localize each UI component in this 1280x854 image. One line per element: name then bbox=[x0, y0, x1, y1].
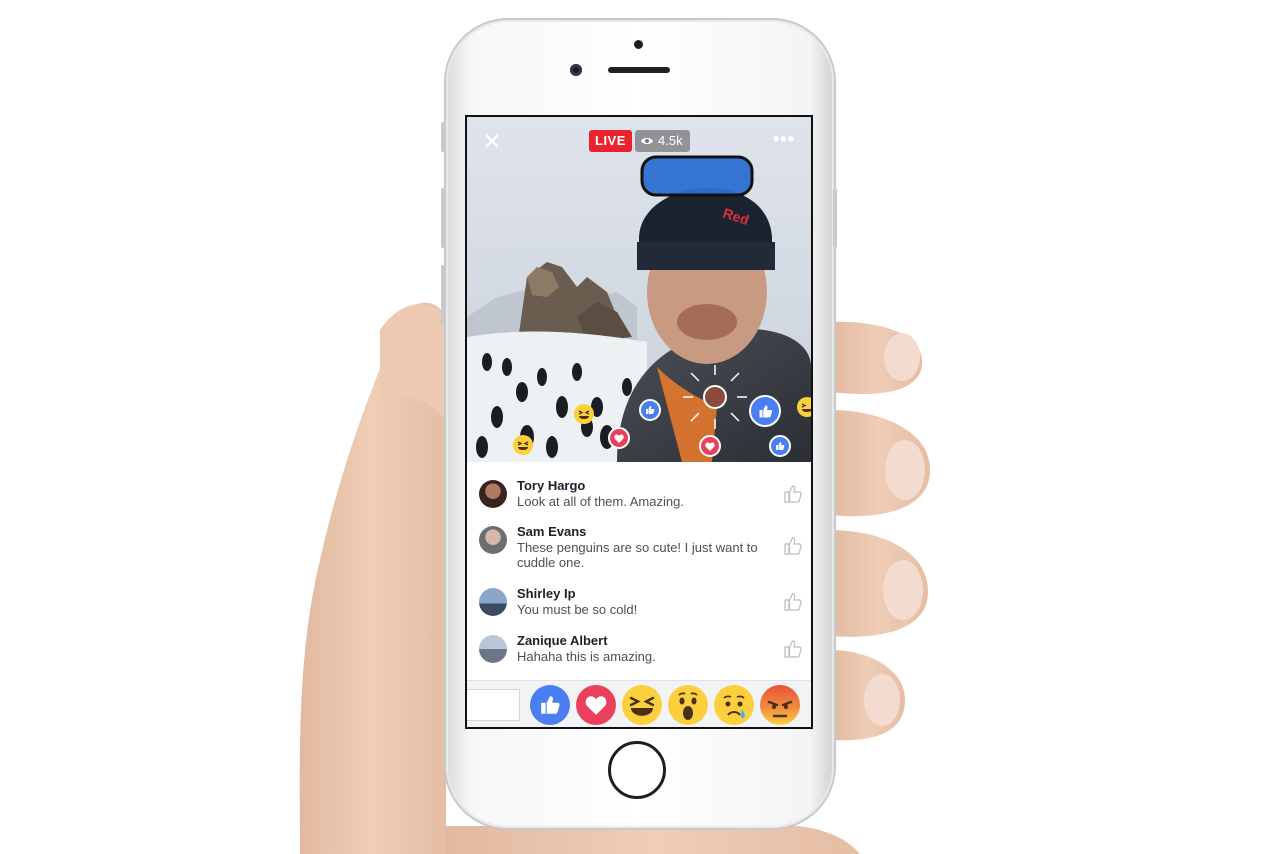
heart-icon bbox=[585, 696, 607, 715]
reaction-wow-button[interactable] bbox=[668, 685, 708, 725]
eye-icon bbox=[641, 138, 653, 144]
like-outline-icon[interactable] bbox=[783, 639, 803, 659]
reaction-angry-button[interactable] bbox=[760, 685, 800, 725]
haha-emoji-icon bbox=[629, 696, 655, 717]
floating-haha-icon bbox=[513, 435, 533, 455]
like-outline-icon[interactable] bbox=[783, 536, 803, 556]
comment-input[interactable] bbox=[467, 689, 520, 721]
live-video[interactable]: Red ✕ LIVE 4.5k ••• bbox=[467, 117, 811, 462]
viewer-count-badge: 4.5k bbox=[635, 130, 690, 152]
floating-heart-icon bbox=[608, 427, 630, 449]
more-dots-icon[interactable]: ••• bbox=[773, 129, 795, 150]
comment-text: Look at all of them. Amazing. bbox=[517, 494, 684, 509]
reaction-haha-button[interactable] bbox=[622, 685, 662, 725]
power-button bbox=[833, 188, 837, 248]
like-outline-icon[interactable] bbox=[783, 484, 803, 504]
comment-item: Shirley Ip You must be so cold! bbox=[479, 586, 805, 620]
floating-heart-icon bbox=[699, 435, 721, 457]
floating-haha-icon bbox=[574, 404, 594, 424]
like-outline-icon[interactable] bbox=[783, 592, 803, 612]
front-camera bbox=[570, 64, 582, 76]
reaction-sad-button[interactable] bbox=[714, 685, 754, 725]
comment-list[interactable]: Tory Hargo Look at all of them. Amazing.… bbox=[467, 462, 811, 680]
reaction-bar bbox=[467, 680, 811, 727]
close-icon[interactable]: ✕ bbox=[481, 131, 503, 153]
comment-item: Tory Hargo Look at all of them. Amazing. bbox=[479, 478, 805, 512]
floating-like-icon bbox=[769, 435, 791, 457]
comment-author[interactable]: Tory Hargo bbox=[517, 478, 585, 493]
sad-emoji-icon bbox=[723, 695, 745, 719]
avatar[interactable] bbox=[479, 635, 507, 663]
reaction-like-button[interactable] bbox=[530, 685, 570, 725]
comment-author[interactable]: Shirley Ip bbox=[517, 586, 576, 601]
volume-down-button bbox=[441, 265, 445, 325]
live-badge: LIVE bbox=[589, 130, 632, 152]
comment-text: Hahaha this is amazing. bbox=[517, 649, 656, 664]
earpiece-speaker bbox=[608, 67, 670, 73]
mute-switch bbox=[441, 122, 445, 152]
avatar[interactable] bbox=[479, 526, 507, 554]
avatar[interactable] bbox=[479, 588, 507, 616]
angry-emoji-icon bbox=[767, 700, 793, 718]
comment-author[interactable]: Zanique Albert bbox=[517, 633, 608, 648]
viewer-count: 4.5k bbox=[658, 133, 683, 148]
reaction-love-button[interactable] bbox=[576, 685, 616, 725]
phone-screen: Red ✕ LIVE 4.5k ••• Tory Hargo Look at a… bbox=[465, 115, 813, 729]
avatar[interactable] bbox=[479, 480, 507, 508]
comment-text: You must be so cold! bbox=[517, 602, 638, 617]
home-button[interactable] bbox=[608, 741, 666, 799]
comment-author[interactable]: Sam Evans bbox=[517, 524, 586, 539]
floating-like-icon bbox=[639, 399, 661, 421]
wow-emoji-icon bbox=[678, 692, 698, 720]
comment-text: These penguins are so cute! I just want … bbox=[517, 540, 758, 570]
floating-like-icon bbox=[749, 395, 781, 427]
volume-up-button bbox=[441, 188, 445, 248]
sensor-dot bbox=[634, 40, 643, 49]
comment-item: Sam Evans These penguins are so cute! I … bbox=[479, 524, 805, 570]
comment-item: Zanique Albert Hahaha this is amazing. bbox=[479, 633, 805, 667]
like-icon bbox=[541, 696, 560, 714]
floating-haha-icon bbox=[797, 397, 811, 417]
